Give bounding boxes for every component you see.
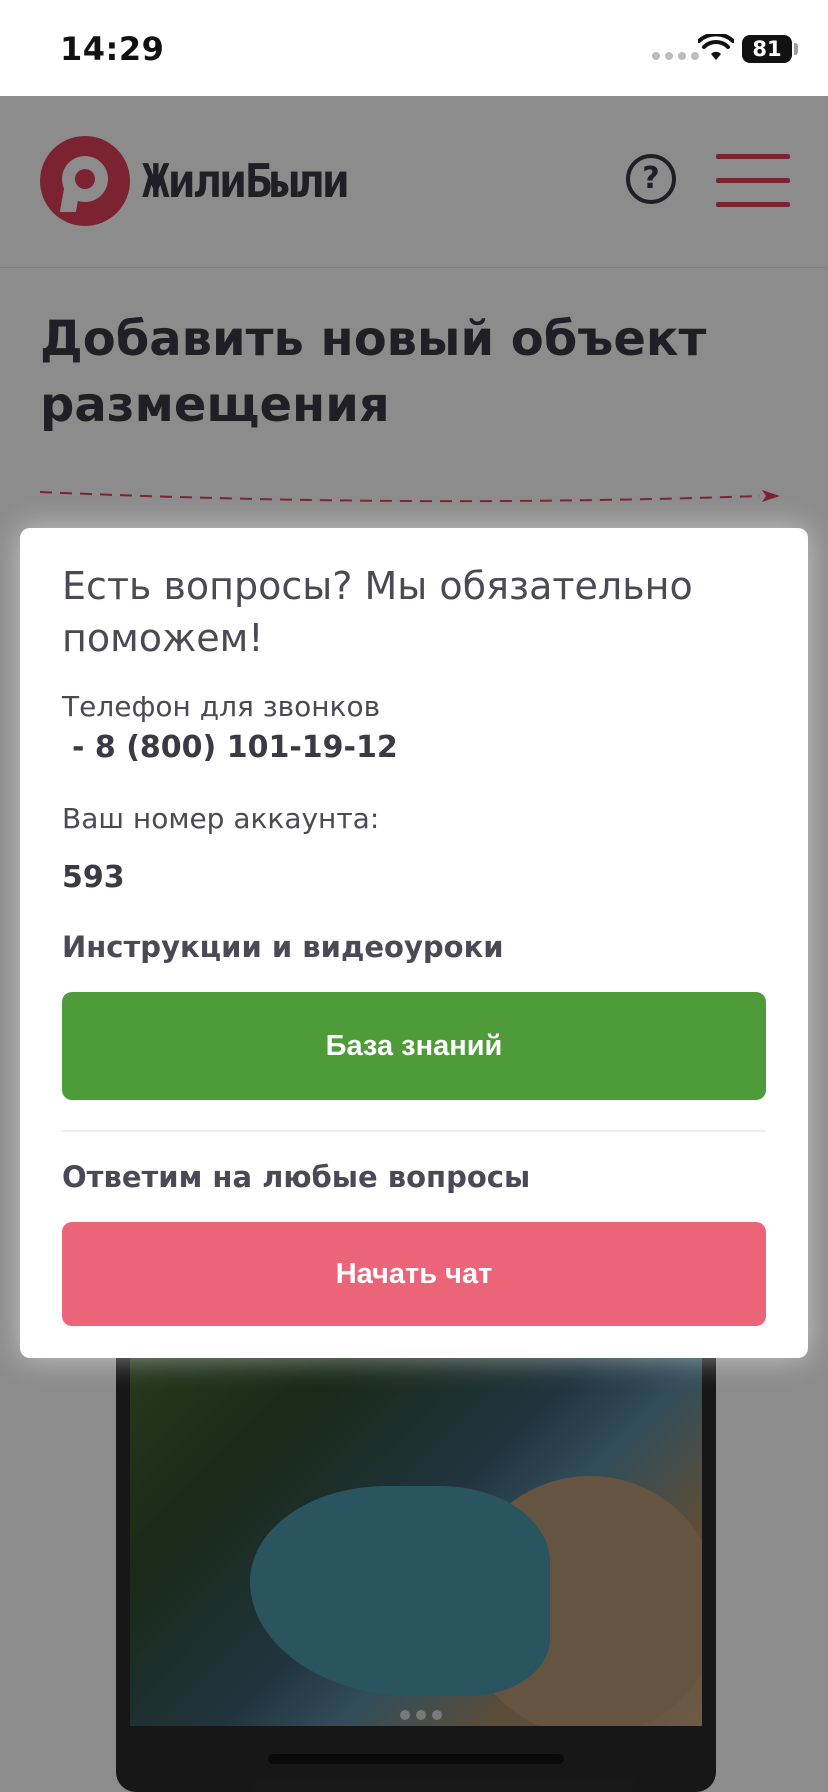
knowledge-base-button[interactable]: База знаний xyxy=(62,992,766,1100)
battery-tip xyxy=(794,43,798,55)
divider xyxy=(62,1130,766,1132)
help-modal: Есть вопросы? Мы обязательно поможем! Те… xyxy=(20,528,808,1358)
phone-number[interactable]: - 8 (800) 101-19-12 xyxy=(72,730,398,765)
account-number: 593 xyxy=(62,860,125,895)
start-chat-button[interactable]: Начать чат xyxy=(62,1222,766,1326)
battery-icon: 81 xyxy=(742,35,792,63)
wifi-icon xyxy=(698,34,734,60)
phone-label: Телефон для звонков xyxy=(62,690,381,723)
modal-heading: Есть вопросы? Мы обязательно поможем! xyxy=(62,564,693,660)
signal-icon xyxy=(652,52,699,60)
account-label: Ваш номер аккаунта: xyxy=(62,802,380,835)
status-time: 14:29 xyxy=(60,30,165,68)
questions-label: Ответим на любые вопросы xyxy=(62,1160,531,1194)
instructions-label: Инструкции и видеоуроки xyxy=(62,930,504,964)
status-bar: 14:29 81 xyxy=(0,0,828,96)
